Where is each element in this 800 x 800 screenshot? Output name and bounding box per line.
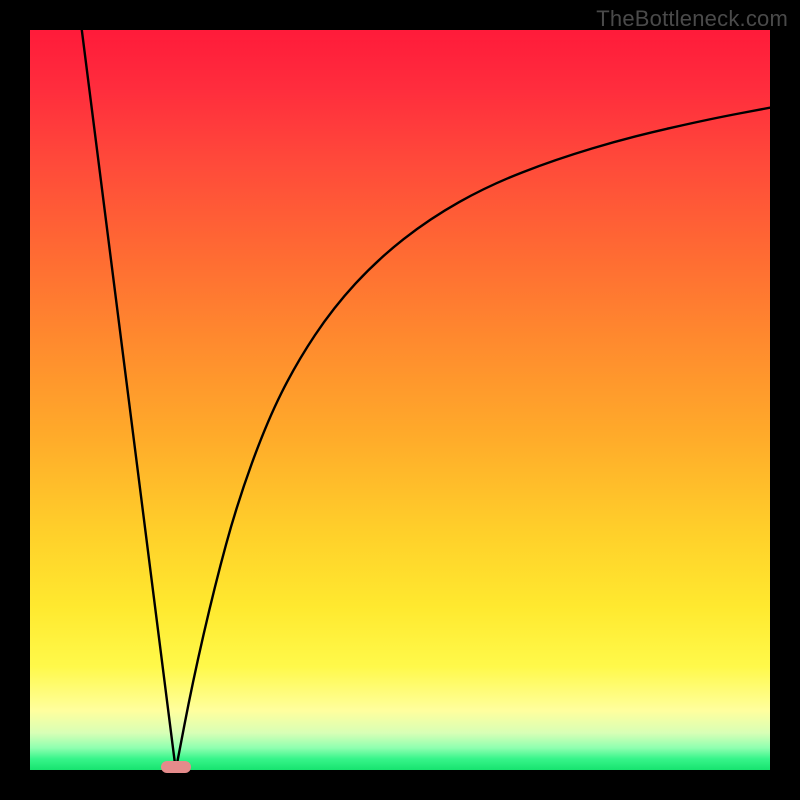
curve-layer xyxy=(30,30,770,770)
watermark-text: TheBottleneck.com xyxy=(596,6,788,32)
left-slope-line xyxy=(82,30,176,770)
bottleneck-marker xyxy=(161,761,191,773)
right-curve-line xyxy=(176,108,770,770)
plot-area xyxy=(30,30,770,770)
chart-frame: TheBottleneck.com xyxy=(0,0,800,800)
